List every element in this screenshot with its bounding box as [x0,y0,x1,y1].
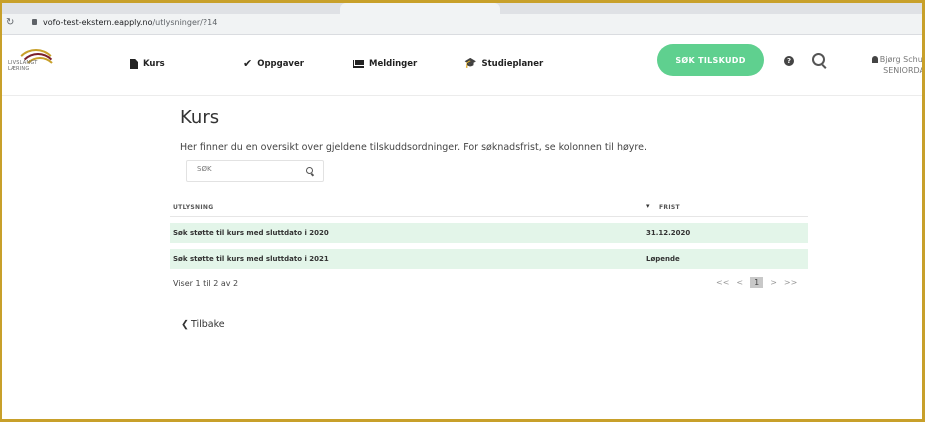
reload-icon[interactable]: ↻ [6,17,14,28]
user-menu[interactable]: Bjørg Schul SENIORDA [868,55,925,75]
mail-icon [353,60,364,68]
nav-oppgaver-label: Oppgaver [257,59,304,69]
pager-current[interactable]: 1 [750,277,764,288]
app-header: LIVSLANGT LÆRING Kurs ✔ Oppgaver Meldinge… [0,35,925,96]
check-icon: ✔ [243,57,253,70]
page-title: Kurs [180,107,220,128]
user-role: SENIORDA [883,66,925,75]
user-name: Bjørg Schul [879,55,925,64]
table-header: UTLYSNING ▾ FRIST [170,198,808,217]
file-icon [130,59,138,69]
grants-table: UTLYSNING ▾ FRIST Søk støtte til kurs me… [170,198,808,269]
pager-last[interactable]: >> [784,278,797,287]
lock-icon [32,19,37,25]
search-icon[interactable] [306,167,313,174]
pager-prev[interactable]: < [736,278,743,287]
column-header-frist[interactable]: FRIST [659,204,680,211]
sort-down-icon[interactable]: ▾ [646,202,650,210]
table-row[interactable]: Søk støtte til kurs med sluttdato i 2021… [170,249,808,269]
browser-tab[interactable] [340,3,500,14]
pagination: << < 1 > >> [716,277,804,288]
apply-grant-button[interactable]: SØK TILSKUDD [657,44,764,76]
row-deadline: Løpende [646,255,680,263]
nav-meldinger[interactable]: Meldinger [353,59,417,69]
nav-studieplaner[interactable]: 🎓 Studieplaner [464,58,544,70]
row-title[interactable]: Søk støtte til kurs med sluttdato i 2021 [173,255,329,263]
user-icon [871,56,878,63]
back-link[interactable]: ❮ Tilbake [181,319,225,330]
search-input[interactable] [197,165,297,173]
nav-meldinger-label: Meldinger [369,59,418,69]
column-header-utlysning[interactable]: UTLYSNING [173,204,213,211]
nav-oppgaver[interactable]: ✔ Oppgaver [243,57,304,70]
pager-next[interactable]: > [770,278,777,287]
logo[interactable]: LIVSLANGT LÆRING [8,47,63,85]
help-icon[interactable]: ? [784,56,794,66]
page-subtitle: Her finner du en oversikt over gjeldene … [180,142,647,153]
nav-studieplaner-label: Studieplaner [481,59,544,69]
browser-address-bar[interactable]: ↻ vofo-test-ekstern.eapply.no/utlysninge… [0,14,925,35]
chevron-left-icon: ❮ [181,319,189,330]
search-field[interactable] [186,160,324,182]
table-row[interactable]: Søk støtte til kurs med sluttdato i 2020… [170,223,808,243]
row-title[interactable]: Søk støtte til kurs med sluttdato i 2020 [173,229,329,237]
pager-first[interactable]: << [716,278,729,287]
url-text[interactable]: vofo-test-ekstern.eapply.no/utlysninger/… [43,18,217,27]
table-info: Viser 1 til 2 av 2 [173,279,239,288]
nav-kurs-label: Kurs [143,59,165,69]
nav-kurs[interactable]: Kurs [130,59,165,69]
back-label: Tilbake [190,319,225,330]
browser-tabstrip [0,0,925,14]
search-icon[interactable] [812,53,825,66]
row-deadline: 31.12.2020 [646,229,691,237]
graduation-cap-icon: 🎓 [464,58,477,69]
